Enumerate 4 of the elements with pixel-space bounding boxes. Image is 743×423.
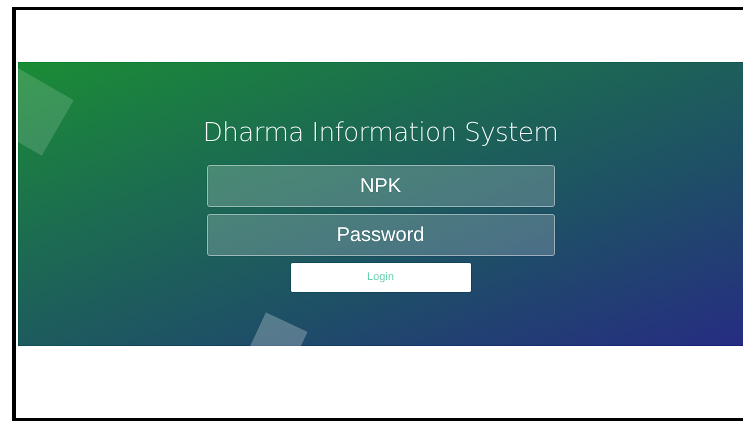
form-title: Dharma Information System — [202, 120, 558, 146]
login-button[interactable]: Login — [290, 263, 470, 292]
input-field[interactable]: NPK — [206, 165, 554, 207]
input-field[interactable]: Password — [206, 214, 554, 256]
